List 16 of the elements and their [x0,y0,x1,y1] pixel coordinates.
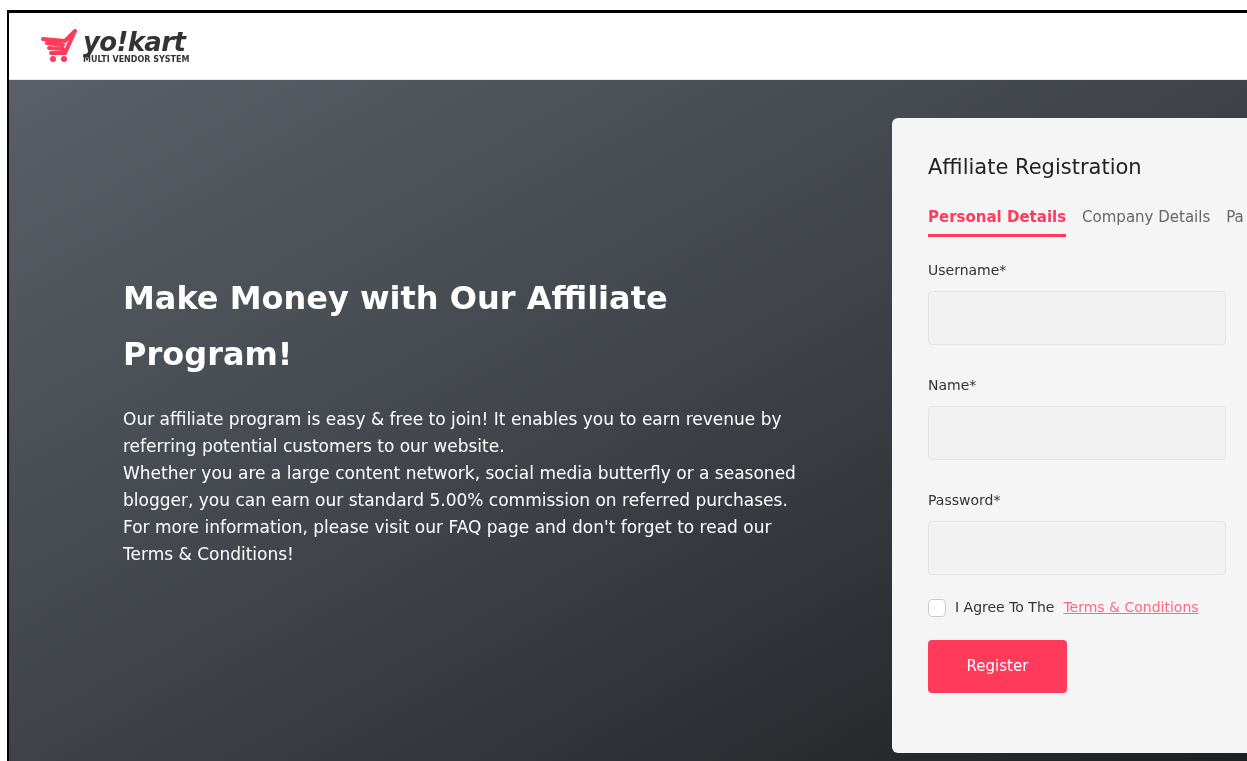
tab[interactable]: Pa [1226,205,1244,237]
hero-paragraph: For more information, please visit our FAQ page and don't forget to read our Terms & Conditions! [123,516,773,566]
agree-text: I Agree To The [955,598,1055,617]
field-label: Name* [928,376,978,395]
hero-heading: Make Money with Our Affiliate Program! [123,278,669,375]
field-label: Password* [928,491,1002,510]
register-button[interactable]: Register [928,640,1067,693]
tab[interactable]: Personal Details [928,205,1067,237]
form-title: Affiliate Registration [928,154,1143,181]
tab[interactable]: Company Details [1082,205,1211,237]
field-label: Username* [928,261,1008,280]
hero-paragraph: Our affiliate program is easy & free to join! It enables you to earn revenue by referring potential customers to our website. [123,408,783,458]
checkbox[interactable] [928,598,946,617]
logo-wordmark: yo!kart [83,28,187,55]
cart-icon [41,29,79,63]
hero-paragraph: Whether you are a large content network, social media butterfly or a seasoned blogger, you can earn our standard 5.00% commission on referred purchases. [123,462,797,512]
